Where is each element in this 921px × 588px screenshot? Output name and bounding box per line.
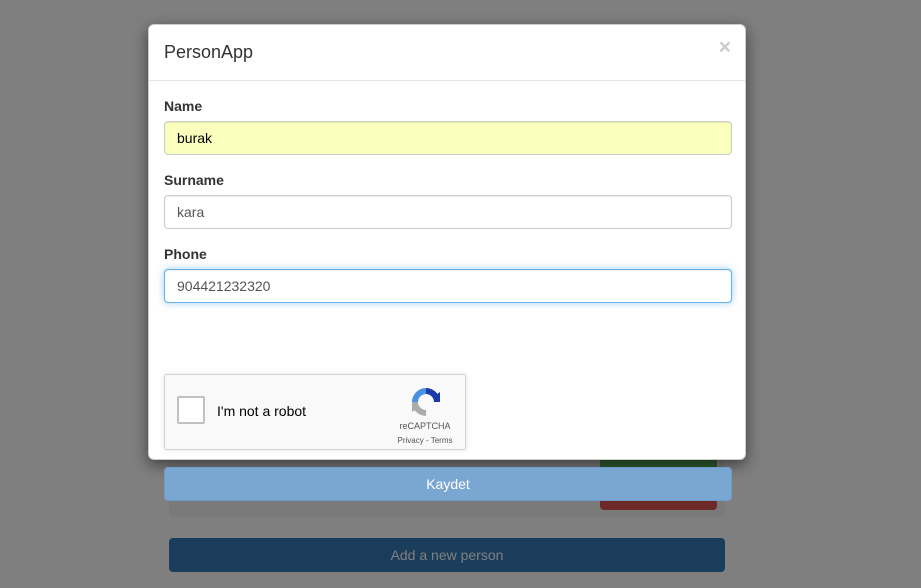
- recaptcha-brand: reCAPTCHA: [399, 421, 451, 431]
- name-input[interactable]: [164, 121, 732, 155]
- page: Delete Add a new person PersonApp × Name…: [0, 0, 921, 588]
- phone-input[interactable]: [164, 269, 732, 303]
- phone-label: Phone: [164, 246, 207, 262]
- recaptcha-label: I'm not a robot: [217, 403, 307, 419]
- close-button[interactable]: ×: [719, 37, 731, 58]
- recaptcha-widget: I'm not a robot reCAPTCHA Privacy - Term…: [164, 374, 466, 450]
- recaptcha-checkbox[interactable]: [177, 396, 205, 424]
- modal-title: PersonApp: [164, 42, 254, 62]
- recaptcha-logo-icon: [412, 388, 440, 416]
- surname-input[interactable]: [164, 195, 732, 229]
- person-modal: PersonApp × Name Surname Phone I'm not a…: [148, 24, 746, 501]
- modal-header: PersonApp ×: [149, 25, 745, 81]
- surname-label: Surname: [164, 172, 224, 188]
- recaptcha-privacy-terms-link[interactable]: Privacy - Terms: [391, 436, 459, 445]
- save-button[interactable]: Kaydet: [164, 467, 732, 501]
- name-label: Name: [164, 98, 203, 114]
